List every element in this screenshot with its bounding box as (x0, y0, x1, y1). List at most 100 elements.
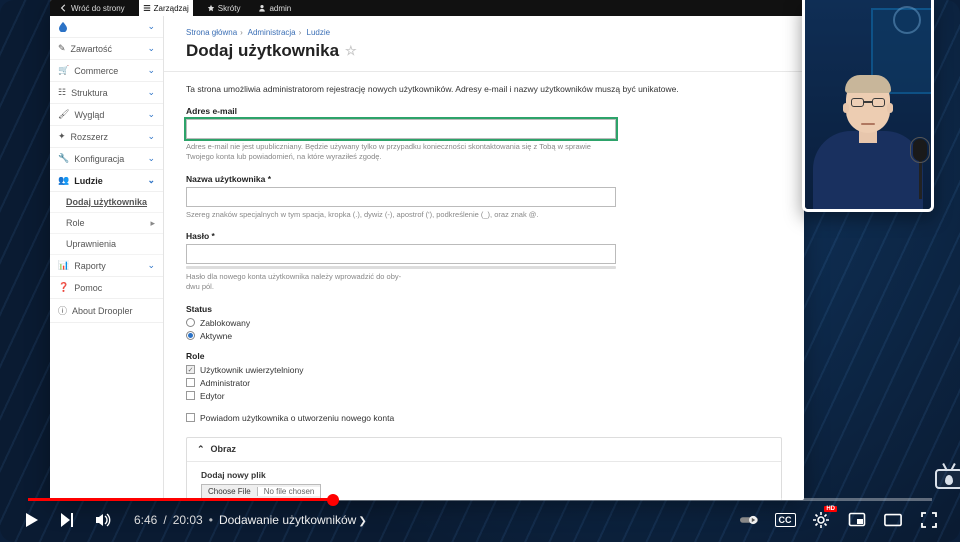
sidebar-sub-roles[interactable]: Role▸ (50, 213, 163, 234)
miniplayer-button[interactable] (848, 511, 866, 529)
breadcrumb: Strona główna› Administracja› Ludzie (186, 28, 782, 37)
sidebar-people[interactable]: 👥Ludzie⌄ (50, 170, 163, 192)
sidebar-reports[interactable]: 📊Raporty⌄ (50, 255, 163, 277)
progress-scrubber[interactable] (327, 494, 339, 506)
field-password: Hasło Hasło dla nowego konta użytkownika… (186, 231, 616, 292)
sidebar-content[interactable]: ✎Zawartość⌄ (50, 38, 163, 60)
sidebar-home[interactable]: ⌄ (50, 16, 163, 38)
star-icon[interactable]: ☆ (345, 43, 357, 59)
presenter-webcam (802, 0, 934, 212)
help-icon: ❓ (58, 282, 69, 293)
chevron-down-icon: ⌄ (147, 131, 155, 142)
checkbox-icon (186, 413, 195, 422)
roles-label: Role (186, 351, 782, 361)
password-strength-meter (186, 266, 616, 269)
username-input[interactable] (186, 187, 616, 207)
sidebar-help[interactable]: ❓Pomoc (50, 277, 163, 299)
password-help: Hasło dla nowego konta użytkownika należ… (186, 272, 616, 292)
chevron-down-icon: ⌄ (147, 65, 155, 76)
sidebar-structure[interactable]: ☷Struktura⌄ (50, 82, 163, 104)
channel-watermark[interactable] (932, 464, 960, 492)
pencil-icon: ✎ (58, 43, 66, 54)
sidebar-about[interactable]: ⓘAbout Droopler (50, 299, 163, 323)
time-display: 6:46 / 20:03 • Dodawanie użytkowników❯ (134, 513, 367, 527)
hd-badge: HD (824, 506, 837, 512)
admin-sidebar: ⌄ ✎Zawartość⌄ 🛒Commerce⌄ ☷Struktura⌄ 🖌Wy… (50, 16, 164, 500)
image-fieldset-header[interactable]: ⌃Obraz (187, 438, 781, 462)
checkbox-icon (186, 391, 195, 400)
field-username: Nazwa użytkownika Szereg znaków specjaln… (186, 174, 616, 220)
chart-icon: 📊 (58, 260, 69, 271)
checkbox-icon (186, 365, 195, 374)
droplet-icon (58, 22, 68, 32)
sidebar-commerce[interactable]: 🛒Commerce⌄ (50, 60, 163, 82)
sidebar-sub-add-user[interactable]: Dodaj użytkownika (50, 192, 163, 213)
main-content: Strona główna› Administracja› Ludzie Dod… (164, 16, 804, 500)
toolbar-shortcuts[interactable]: Skróty (203, 0, 245, 16)
chevron-down-icon: ⌄ (147, 21, 155, 32)
sidebar-appearance[interactable]: 🖌Wygląd⌄ (50, 104, 163, 126)
chevron-down-icon: ⌄ (147, 260, 155, 271)
autoplay-toggle[interactable] (740, 511, 758, 529)
cart-icon: 🛒 (58, 65, 69, 76)
fullscreen-button[interactable] (920, 511, 938, 529)
play-button[interactable] (22, 511, 40, 529)
radio-icon (186, 318, 195, 327)
password-input[interactable] (186, 244, 616, 264)
settings-button[interactable]: HD (812, 511, 830, 529)
field-email: Adres e-mail Adres e-mail nie jest upubl… (186, 106, 616, 162)
toolbar-back[interactable]: Wróć do strony (56, 0, 129, 16)
intro-text: Ta strona umożliwia administratorom reje… (186, 84, 782, 94)
checkbox-icon (186, 378, 195, 387)
status-label: Status (186, 304, 782, 314)
video-progress[interactable] (28, 498, 932, 501)
sidebar-extend[interactable]: ✦Rozszerz⌄ (50, 126, 163, 148)
chevron-down-icon: ⌄ (147, 109, 155, 120)
email-label: Adres e-mail (186, 106, 616, 116)
breadcrumb-admin[interactable]: Administracja (248, 28, 296, 37)
chevron-down-icon: ⌄ (147, 153, 155, 164)
role-administrator[interactable]: Administrator (186, 378, 782, 388)
toolbar-user-label: admin (269, 4, 291, 13)
chevron-down-icon: ⌄ (147, 175, 155, 186)
page-title: Dodaj użytkownika☆ (186, 41, 782, 61)
toolbar-manage[interactable]: Zarządzaj (139, 0, 193, 16)
username-help: Szereg znaków specjalnych w tym spacja, … (186, 210, 616, 220)
puzzle-icon: ✦ (58, 131, 66, 142)
brush-icon: 🖌 (58, 109, 69, 120)
subtitles-button[interactable]: CC (776, 511, 794, 529)
image-fieldset: ⌃Obraz Dodaj nowy plik Choose FileNo fil… (186, 437, 782, 500)
email-help: Adres e-mail nie jest upubliczniany. Będ… (186, 142, 616, 162)
sidebar-config[interactable]: 🔧Konfiguracja⌄ (50, 148, 163, 170)
sidebar-sub-permissions[interactable]: Uprawnienia (50, 234, 163, 255)
radio-icon (186, 331, 195, 340)
chevron-down-icon: ⌄ (147, 87, 155, 98)
status-blocked-option[interactable]: Zablokowany (186, 318, 782, 328)
video-controls: 6:46 / 20:03 • Dodawanie użytkowników❯ C… (22, 506, 938, 534)
breadcrumb-people[interactable]: Ludzie (307, 28, 331, 37)
add-file-label: Dodaj nowy plik (201, 470, 767, 480)
status-active-option[interactable]: Aktywne (186, 331, 782, 341)
breadcrumb-home[interactable]: Strona główna (186, 28, 237, 37)
structure-icon: ☷ (58, 87, 66, 98)
next-button[interactable] (58, 511, 76, 529)
collapse-icon: ⌃ (197, 444, 205, 455)
toolbar-user[interactable]: admin (254, 0, 295, 16)
notify-user-option[interactable]: Powiadom użytkownika o utworzeniu nowego… (186, 413, 782, 423)
volume-button[interactable] (94, 511, 112, 529)
toolbar-back-label: Wróć do strony (71, 4, 125, 13)
role-authenticated: Użytkownik uwierzytelniony (186, 365, 782, 375)
email-input[interactable] (186, 119, 616, 139)
toolbar-manage-label: Zarządzaj (154, 4, 189, 13)
admin-toolbar: Wróć do strony Zarządzaj Skróty admin (50, 0, 804, 16)
toolbar-shortcuts-label: Skróty (218, 4, 241, 13)
password-label: Hasło (186, 231, 616, 241)
people-icon: 👥 (58, 175, 69, 186)
wrench-icon: 🔧 (58, 153, 69, 164)
info-icon: ⓘ (58, 304, 67, 317)
username-label: Nazwa użytkownika (186, 174, 616, 184)
app-window: Wróć do strony Zarządzaj Skróty admin ⌄ (50, 0, 804, 500)
theater-button[interactable] (884, 511, 902, 529)
role-editor[interactable]: Edytor (186, 391, 782, 401)
chapter-button[interactable]: Dodawanie użytkowników❯ (219, 513, 367, 527)
